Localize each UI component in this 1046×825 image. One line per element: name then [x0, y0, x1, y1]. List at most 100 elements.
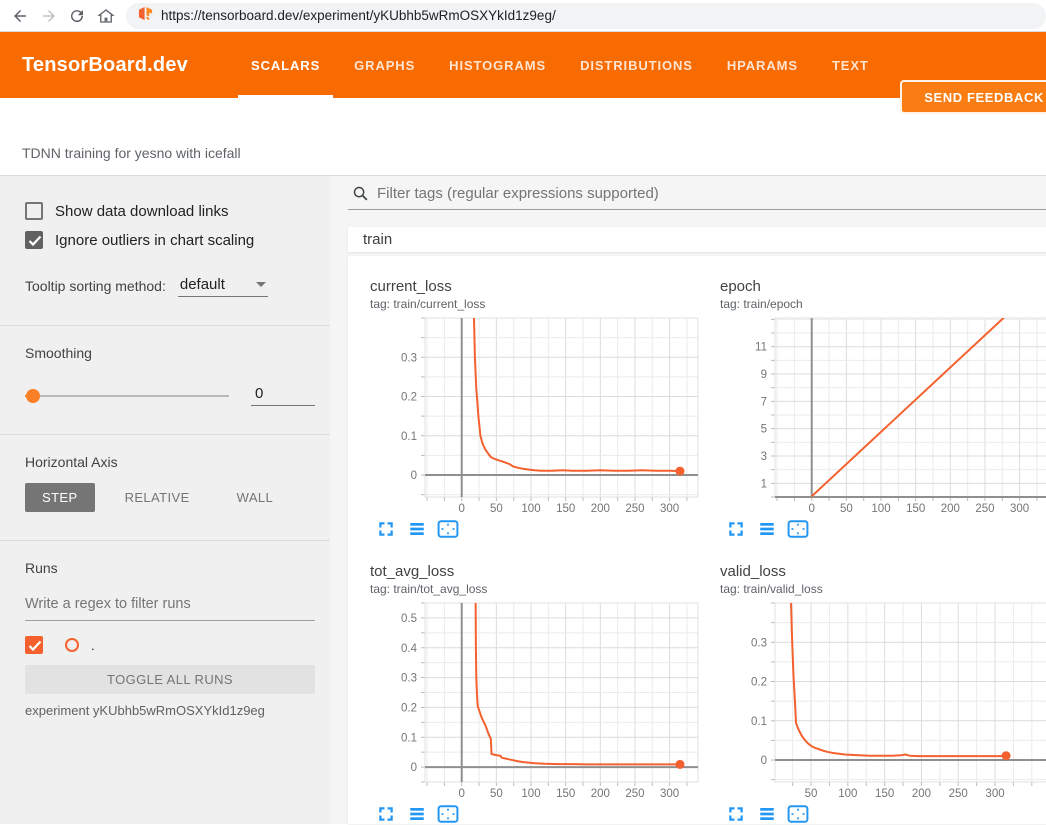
- line-chart[interactable]: 5010015020025030000.10.20.3: [710, 600, 1046, 802]
- experiment-subtitle-band: TDNN training for yesno with icefall: [0, 98, 1046, 176]
- address-bar[interactable]: https://tensorboard.dev/experiment/yKUbh…: [126, 3, 1046, 29]
- checkmark-icon: [28, 640, 42, 652]
- svg-text:0.3: 0.3: [401, 673, 417, 685]
- chart-title: tot_avg_loss: [360, 563, 700, 580]
- svg-text:0.2: 0.2: [401, 702, 417, 714]
- smoothing-slider-thumb[interactable]: [26, 389, 40, 403]
- tab-hparams[interactable]: HPARAMS: [710, 32, 815, 98]
- axis-wall-button[interactable]: WALL: [220, 483, 291, 512]
- expand-chart-icon[interactable]: [725, 804, 747, 824]
- svg-text:150: 150: [556, 503, 575, 515]
- chart-tag: tag: train/epoch: [710, 297, 1046, 311]
- svg-text:300: 300: [660, 503, 679, 515]
- show-download-links-label: Show data download links: [55, 203, 228, 220]
- chart-tag: tag: train/tot_avg_loss: [360, 582, 700, 596]
- line-chart[interactable]: 0501001502002503001357911: [710, 315, 1046, 517]
- svg-text:0: 0: [761, 755, 767, 767]
- tooltip-sorting-label: Tooltip sorting method:: [25, 278, 166, 297]
- line-chart[interactable]: 05010015020025030000.10.20.30.40.5: [360, 600, 700, 802]
- svg-text:50: 50: [490, 503, 503, 515]
- svg-text:50: 50: [490, 788, 503, 800]
- svg-text:0.1: 0.1: [401, 732, 417, 744]
- svg-text:0.1: 0.1: [401, 431, 417, 443]
- tab-histograms[interactable]: HISTOGRAMS: [432, 32, 563, 98]
- top-nav: SCALARS GRAPHS HISTOGRAMS DISTRIBUTIONS …: [234, 32, 886, 98]
- svg-text:0.2: 0.2: [401, 392, 417, 404]
- run-name: .: [91, 638, 95, 653]
- fit-domain-icon[interactable]: [787, 804, 809, 824]
- svg-text:0: 0: [459, 503, 465, 515]
- svg-text:9: 9: [761, 369, 767, 381]
- svg-text:200: 200: [591, 788, 610, 800]
- charts-panel: current_loss tag: train/current_loss 050…: [348, 256, 1046, 824]
- fit-domain-icon[interactable]: [437, 804, 459, 824]
- svg-text:0: 0: [411, 470, 417, 482]
- filter-tags-input[interactable]: [377, 185, 1046, 202]
- fit-domain-icon[interactable]: [787, 519, 809, 539]
- svg-text:0: 0: [809, 503, 815, 515]
- run-list-item: .: [25, 636, 315, 654]
- tab-graphs[interactable]: GRAPHS: [337, 32, 432, 98]
- toggle-runs-list-icon[interactable]: [406, 804, 428, 824]
- svg-text:100: 100: [838, 788, 857, 800]
- chart-tag: tag: train/current_loss: [360, 297, 700, 311]
- expand-chart-icon[interactable]: [375, 519, 397, 539]
- expand-chart-icon[interactable]: [725, 519, 747, 539]
- toggle-all-runs-button[interactable]: TOGGLE ALL RUNS: [25, 665, 315, 694]
- chart-tile-epoch: epoch tag: train/epoch 05010015020025030…: [710, 278, 1046, 539]
- svg-text:200: 200: [941, 503, 960, 515]
- svg-text:0.5: 0.5: [401, 613, 417, 625]
- chart-title: epoch: [710, 278, 1046, 295]
- run-checkbox[interactable]: [25, 636, 43, 654]
- checkmark-icon: [28, 235, 42, 247]
- svg-text:200: 200: [591, 503, 610, 515]
- chart-tile-tot-avg-loss: tot_avg_loss tag: train/tot_avg_loss 0 50…: [360, 563, 700, 824]
- tab-distributions[interactable]: DISTRIBUTIONS: [563, 32, 710, 98]
- svg-text:250: 250: [975, 503, 994, 515]
- svg-text:0.3: 0.3: [401, 352, 417, 364]
- svg-text:3: 3: [761, 451, 767, 463]
- runs-label: Runs: [25, 560, 315, 576]
- show-download-links-checkbox[interactable]: [25, 202, 43, 220]
- svg-text:0.4: 0.4: [401, 643, 418, 655]
- app-header: TensorBoard.dev SCALARS GRAPHS HISTOGRAM…: [0, 32, 1046, 98]
- ignore-outliers-checkbox[interactable]: [25, 231, 43, 249]
- smoothing-value-input[interactable]: [251, 385, 315, 406]
- brand-title: TensorBoard.dev: [22, 54, 188, 77]
- toggle-runs-list-icon[interactable]: [406, 519, 428, 539]
- experiment-id-text: experiment yKUbhb5wRmOSXYkId1z9eg: [25, 703, 315, 718]
- tooltip-sorting-select[interactable]: default: [178, 276, 268, 297]
- run-color-swatch[interactable]: [65, 638, 79, 652]
- svg-text:7: 7: [761, 396, 767, 408]
- line-chart[interactable]: 05010015020025030000.10.20.3: [360, 315, 700, 517]
- experiment-description: TDNN training for yesno with icefall: [22, 145, 241, 161]
- back-icon[interactable]: [8, 2, 33, 30]
- toggle-runs-list-icon[interactable]: [756, 519, 778, 539]
- svg-text:200: 200: [912, 788, 931, 800]
- axis-relative-button[interactable]: RELATIVE: [108, 483, 207, 512]
- svg-text:0: 0: [411, 762, 417, 774]
- svg-text:5: 5: [761, 424, 767, 436]
- svg-text:250: 250: [949, 788, 968, 800]
- svg-text:50: 50: [805, 788, 818, 800]
- svg-text:0.1: 0.1: [751, 716, 767, 728]
- forward-icon[interactable]: [37, 2, 62, 30]
- tab-scalars[interactable]: SCALARS: [234, 32, 337, 98]
- smoothing-label: Smoothing: [25, 345, 315, 361]
- chart-tile-current-loss: current_loss tag: train/current_loss 050…: [360, 278, 700, 539]
- send-feedback-button[interactable]: SEND FEEDBACK: [900, 80, 1046, 114]
- svg-text:300: 300: [660, 788, 679, 800]
- runs-regex-input[interactable]: [25, 592, 315, 621]
- tab-text[interactable]: TEXT: [815, 32, 886, 98]
- reload-icon[interactable]: [65, 2, 90, 30]
- expand-chart-icon[interactable]: [375, 804, 397, 824]
- chart-title: valid_loss: [710, 563, 1046, 580]
- svg-text:0.3: 0.3: [751, 637, 767, 649]
- svg-text:250: 250: [625, 503, 644, 515]
- toggle-runs-list-icon[interactable]: [756, 804, 778, 824]
- tag-group-header[interactable]: train: [348, 227, 1046, 252]
- fit-domain-icon[interactable]: [437, 519, 459, 539]
- home-icon[interactable]: [94, 2, 119, 30]
- smoothing-slider[interactable]: [25, 395, 229, 397]
- axis-step-button[interactable]: STEP: [25, 483, 95, 512]
